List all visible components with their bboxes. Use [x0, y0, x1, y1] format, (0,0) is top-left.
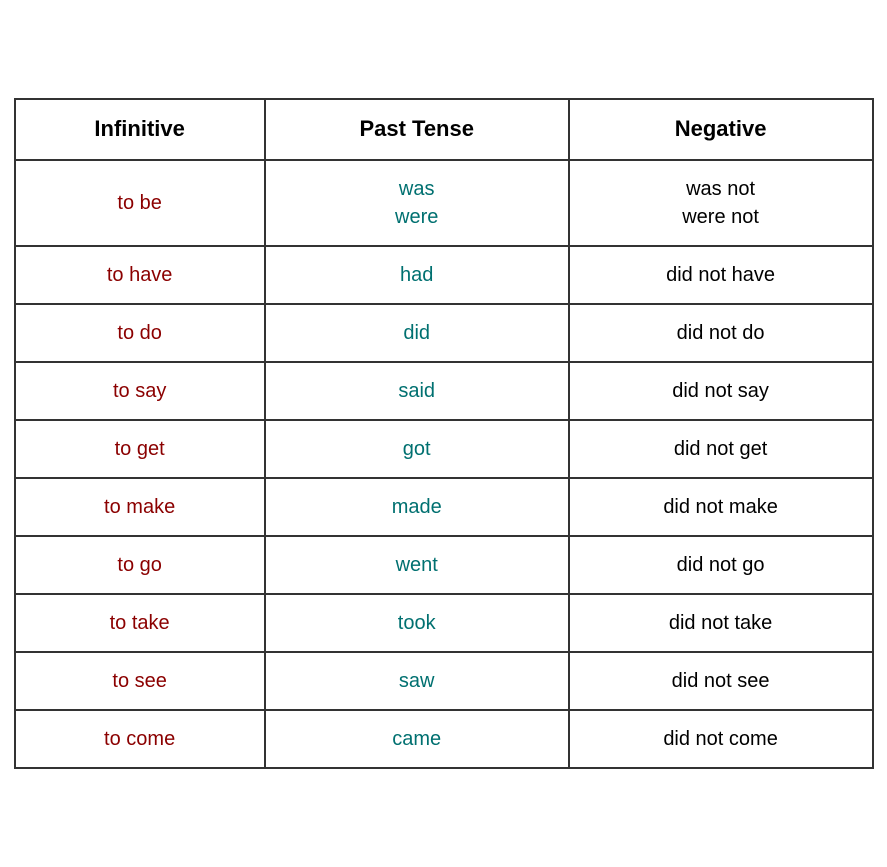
table-row: to taketookdid not take [15, 594, 873, 652]
header-infinitive: Infinitive [15, 99, 265, 160]
cell-negative: did not say [569, 362, 873, 420]
table-row: to comecamedid not come [15, 710, 873, 768]
table-container: Infinitive Past Tense Negative to bewasw… [14, 98, 874, 769]
cell-negative: was notwere not [569, 160, 873, 246]
cell-past-tense: came [265, 710, 569, 768]
cell-infinitive: to take [15, 594, 265, 652]
cell-infinitive: to come [15, 710, 265, 768]
cell-past-tense: said [265, 362, 569, 420]
table-row: to dodiddid not do [15, 304, 873, 362]
cell-infinitive: to say [15, 362, 265, 420]
cell-past-tense: did [265, 304, 569, 362]
cell-past-tense: saw [265, 652, 569, 710]
cell-negative: did not see [569, 652, 873, 710]
cell-negative: did not make [569, 478, 873, 536]
cell-negative: did not get [569, 420, 873, 478]
table-row: to bewaswerewas notwere not [15, 160, 873, 246]
table-row: to getgotdid not get [15, 420, 873, 478]
cell-infinitive: to go [15, 536, 265, 594]
cell-negative: did not have [569, 246, 873, 304]
header-past-tense: Past Tense [265, 99, 569, 160]
table-row: to havehaddid not have [15, 246, 873, 304]
table-row: to saysaiddid not say [15, 362, 873, 420]
cell-past-tense: waswere [265, 160, 569, 246]
cell-past-tense: made [265, 478, 569, 536]
table-row: to makemadedid not make [15, 478, 873, 536]
table-row: to gowentdid not go [15, 536, 873, 594]
cell-infinitive: to have [15, 246, 265, 304]
cell-past-tense: got [265, 420, 569, 478]
header-row: Infinitive Past Tense Negative [15, 99, 873, 160]
table-row: to seesawdid not see [15, 652, 873, 710]
cell-negative: did not come [569, 710, 873, 768]
cell-negative: did not take [569, 594, 873, 652]
cell-infinitive: to do [15, 304, 265, 362]
cell-past-tense: had [265, 246, 569, 304]
cell-negative: did not do [569, 304, 873, 362]
cell-negative: did not go [569, 536, 873, 594]
verb-table: Infinitive Past Tense Negative to bewasw… [14, 98, 874, 769]
cell-infinitive: to be [15, 160, 265, 246]
cell-past-tense: took [265, 594, 569, 652]
cell-infinitive: to get [15, 420, 265, 478]
cell-infinitive: to see [15, 652, 265, 710]
cell-past-tense: went [265, 536, 569, 594]
cell-infinitive: to make [15, 478, 265, 536]
header-negative: Negative [569, 99, 873, 160]
